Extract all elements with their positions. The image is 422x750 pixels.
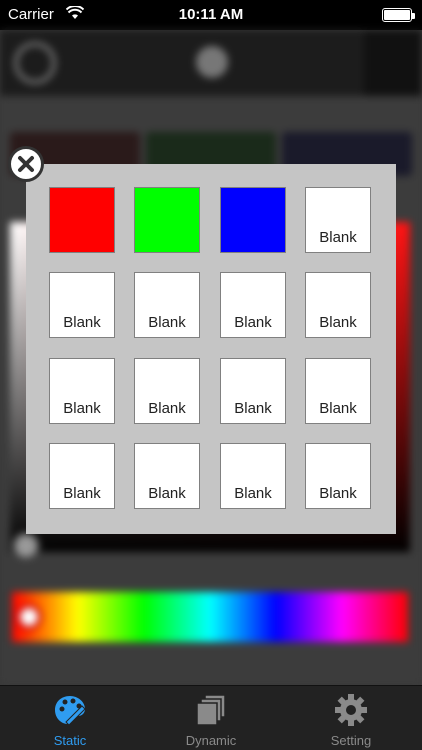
color-swatch[interactable] (49, 187, 115, 253)
tab-dynamic[interactable]: Dynamic (141, 686, 281, 750)
swatch-label: Blank (234, 400, 272, 417)
status-bar: Carrier 10:11 AM (0, 0, 422, 30)
clock: 10:11 AM (178, 6, 244, 23)
blank-swatch-slot[interactable]: Blank (305, 443, 371, 509)
blank-swatch-slot[interactable]: Blank (220, 443, 286, 509)
tab-static[interactable]: Static (0, 686, 140, 750)
gear-icon (335, 694, 367, 726)
close-icon (18, 156, 34, 172)
blank-swatch-slot[interactable]: Blank (220, 358, 286, 424)
blank-swatch-slot[interactable]: Blank (305, 272, 371, 338)
hue-slider[interactable] (12, 592, 408, 642)
blank-swatch-slot[interactable]: Blank (49, 272, 115, 338)
top-control-bar (0, 30, 422, 96)
palette-icon (55, 696, 86, 726)
tab-dynamic-label: Dynamic (185, 733, 237, 748)
swatch-label: Blank (63, 314, 101, 331)
color-swatch[interactable] (134, 187, 200, 253)
color-swatch[interactable] (220, 187, 286, 253)
swatch-label: Blank (319, 314, 357, 331)
battery-icon (382, 8, 415, 22)
tab-setting-label: Setting (330, 733, 372, 748)
swatch-label: Blank (319, 400, 357, 417)
swatch-label: Blank (234, 485, 272, 502)
blank-swatch-slot[interactable]: Blank (49, 443, 115, 509)
blank-swatch-slot[interactable]: Blank (220, 272, 286, 338)
top-bar-right-panel (364, 30, 422, 96)
swatch-label: Blank (63, 485, 101, 502)
brightness-icon[interactable] (196, 46, 228, 78)
tab-static-label: Static (53, 733, 87, 748)
power-icon[interactable] (14, 42, 56, 84)
blank-swatch-slot[interactable]: Blank (134, 358, 200, 424)
hue-slider-knob[interactable] (16, 604, 42, 630)
close-button[interactable] (8, 146, 44, 182)
color-picker-knob[interactable] (12, 532, 40, 560)
blank-swatch-slot[interactable]: Blank (134, 272, 200, 338)
swatch-label: Blank (63, 400, 101, 417)
swatch-picker-modal: Blank Blank Blank Blank Blank Blank Blank Blank… (26, 164, 396, 534)
blank-swatch-slot[interactable]: Blank (134, 443, 200, 509)
swatch-label: Blank (234, 314, 272, 331)
swatch-label: Blank (148, 314, 186, 331)
app-screen: Carrier 10:11 AM Blank Blank Blank Blank B (0, 0, 422, 750)
swatch-label: Blank (148, 400, 186, 417)
swatch-label: Blank (319, 485, 357, 502)
tab-setting[interactable]: Setting (281, 686, 421, 750)
stacked-pages-icon (196, 694, 226, 726)
blank-swatch-slot[interactable]: Blank (49, 358, 115, 424)
blank-swatch-slot[interactable]: Blank (305, 358, 371, 424)
swatch-label: Blank (319, 229, 357, 246)
blank-swatch-slot[interactable]: Blank (305, 187, 371, 253)
tab-bar: Static Dynamic Setting (0, 685, 422, 750)
swatch-label: Blank (148, 485, 186, 502)
